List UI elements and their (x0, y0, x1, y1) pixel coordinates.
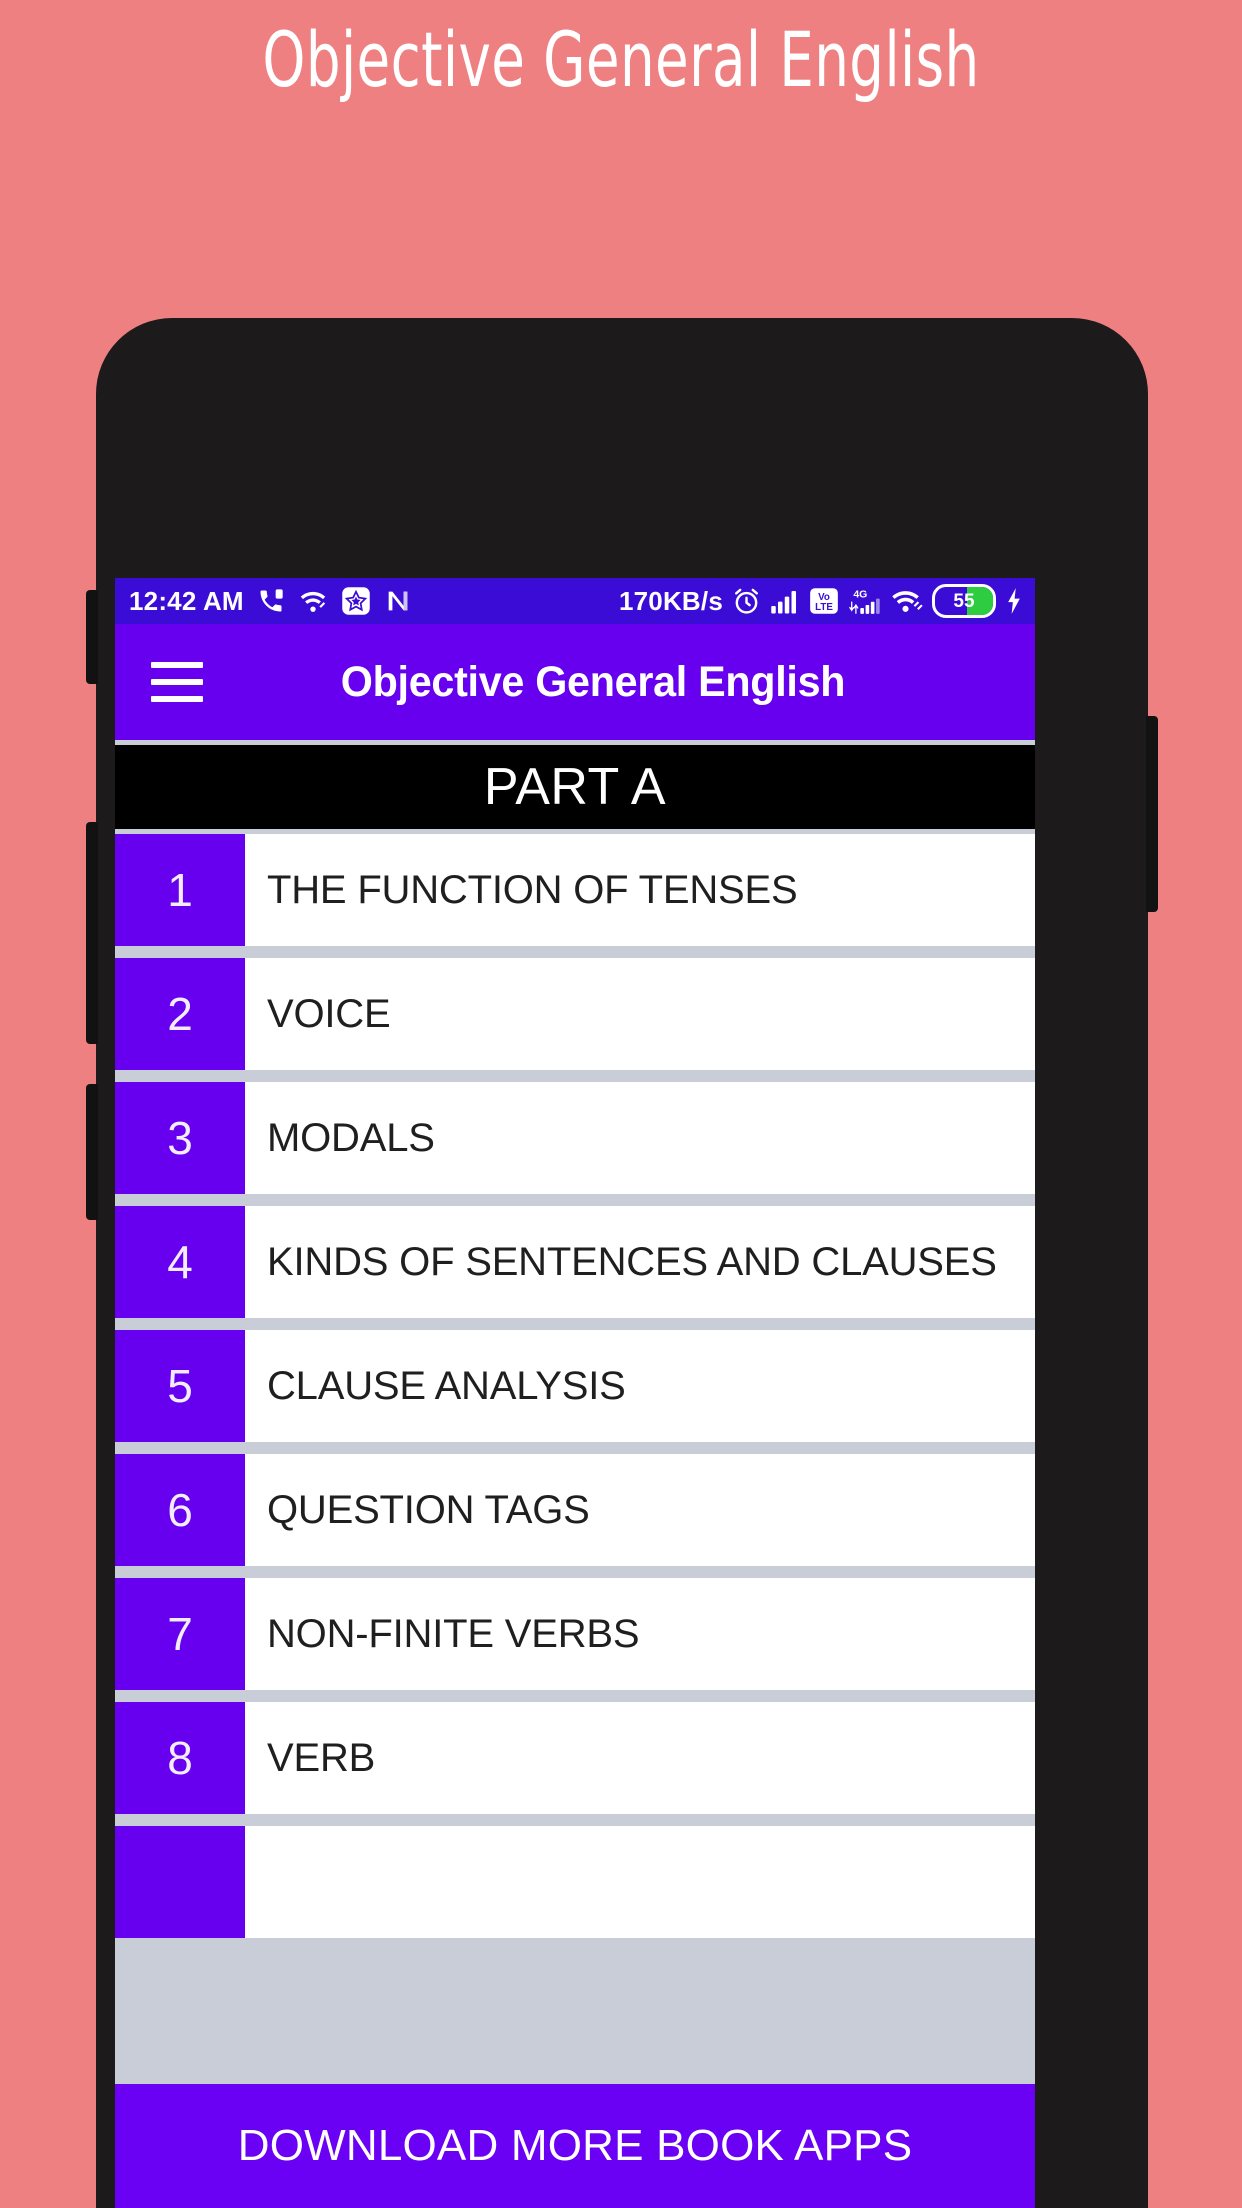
list-item[interactable]: 3 MODALS (115, 1082, 1035, 1194)
app-bar: Objective General English (115, 624, 1035, 740)
assistant-button[interactable] (86, 1084, 98, 1220)
download-more-apps-button[interactable]: DOWNLOAD MORE BOOK APPS (115, 2079, 1035, 2208)
svg-text:LTE: LTE (815, 602, 833, 613)
chapter-number: 5 (115, 1330, 245, 1442)
network-speed-indicator: 170KB/s (618, 585, 723, 616)
svg-text:Vo: Vo (818, 592, 830, 603)
page-title: Objective General English (262, 15, 980, 104)
battery-level-label: 55 (953, 590, 975, 612)
alarm-icon (735, 588, 758, 614)
chapter-number: 7 (115, 1578, 245, 1690)
poster-canvas: Objective General English 12:42 AM 170KB… (0, 0, 1242, 2208)
list-item-partial[interactable] (115, 1826, 1035, 1938)
chapter-title: KINDS OF SENTENCES AND CLAUSES (267, 1240, 997, 1284)
nova-app-icon (388, 591, 408, 611)
list-item[interactable]: 6 QUESTION TAGS (115, 1454, 1035, 1566)
list-item[interactable]: 4 KINDS OF SENTENCES AND CLAUSES (115, 1206, 1035, 1318)
part-section-label: PART A (483, 758, 667, 816)
wifi-calling-icon (300, 591, 326, 612)
chapter-number: 2 (115, 958, 245, 1070)
chapter-number: 3 (115, 1082, 245, 1194)
hamburger-menu-icon[interactable] (151, 662, 203, 702)
volume-down-button[interactable] (86, 822, 98, 1044)
chapter-title: VERB (267, 1736, 376, 1780)
chapter-title: NON-FINITE VERBS (267, 1612, 640, 1656)
signal-bars-icon (771, 591, 796, 614)
chapter-title (245, 1826, 1035, 1938)
chapter-number (115, 1826, 245, 1938)
phone-device-frame: 12:42 AM 170KB/s Vo LTE 4G 55 Objective … (86, 318, 1158, 2208)
status-bar-left-group: 12:42 AM (129, 586, 412, 617)
list-item[interactable]: 7 NON-FINITE VERBS (115, 1578, 1035, 1690)
list-item[interactable]: 8 VERB (115, 1702, 1035, 1814)
chapter-number: 8 (115, 1702, 245, 1814)
wifi-link-icon (892, 591, 923, 612)
chapter-list[interactable]: 1 THE FUNCTION OF TENSES 2 VOICE 3 MODAL… (115, 834, 1035, 2079)
status-bar: 12:42 AM 170KB/s Vo LTE 4G 55 (115, 578, 1035, 624)
list-item[interactable]: 5 CLAUSE ANALYSIS (115, 1330, 1035, 1442)
app-bar-title: Objective General English (340, 657, 846, 706)
chapter-number: 6 (115, 1454, 245, 1566)
svg-text:4G: 4G (853, 589, 867, 601)
status-bar-right-group: 170KB/s Vo LTE 4G 55 (619, 584, 1023, 618)
4g-signal-icon: 4G (849, 589, 880, 614)
charging-bolt-icon (1008, 588, 1020, 614)
power-button[interactable] (1146, 716, 1158, 912)
battery-icon: 55 (932, 584, 996, 618)
status-bar-clock: 12:42 AM (129, 585, 244, 616)
chapter-title: THE FUNCTION OF TENSES (267, 868, 798, 912)
volume-up-button[interactable] (86, 590, 98, 684)
chapter-title: MODALS (267, 1116, 435, 1160)
star-app-icon (342, 587, 370, 615)
chapter-title: QUESTION TAGS (267, 1488, 590, 1532)
chapter-number: 1 (115, 834, 245, 946)
chapter-title: VOICE (267, 992, 391, 1036)
volte-icon: Vo LTE (810, 588, 838, 614)
phone-screen: 12:42 AM 170KB/s Vo LTE 4G 55 Objective … (115, 578, 1035, 2208)
chapter-number: 4 (115, 1206, 245, 1318)
part-section-header: PART A (115, 740, 1035, 834)
chapter-title: CLAUSE ANALYSIS (267, 1364, 626, 1408)
list-item[interactable]: 1 THE FUNCTION OF TENSES (115, 834, 1035, 946)
download-more-apps-label: DOWNLOAD MORE BOOK APPS (237, 2121, 913, 2170)
missed-call-icon (260, 589, 283, 612)
list-item[interactable]: 2 VOICE (115, 958, 1035, 1070)
